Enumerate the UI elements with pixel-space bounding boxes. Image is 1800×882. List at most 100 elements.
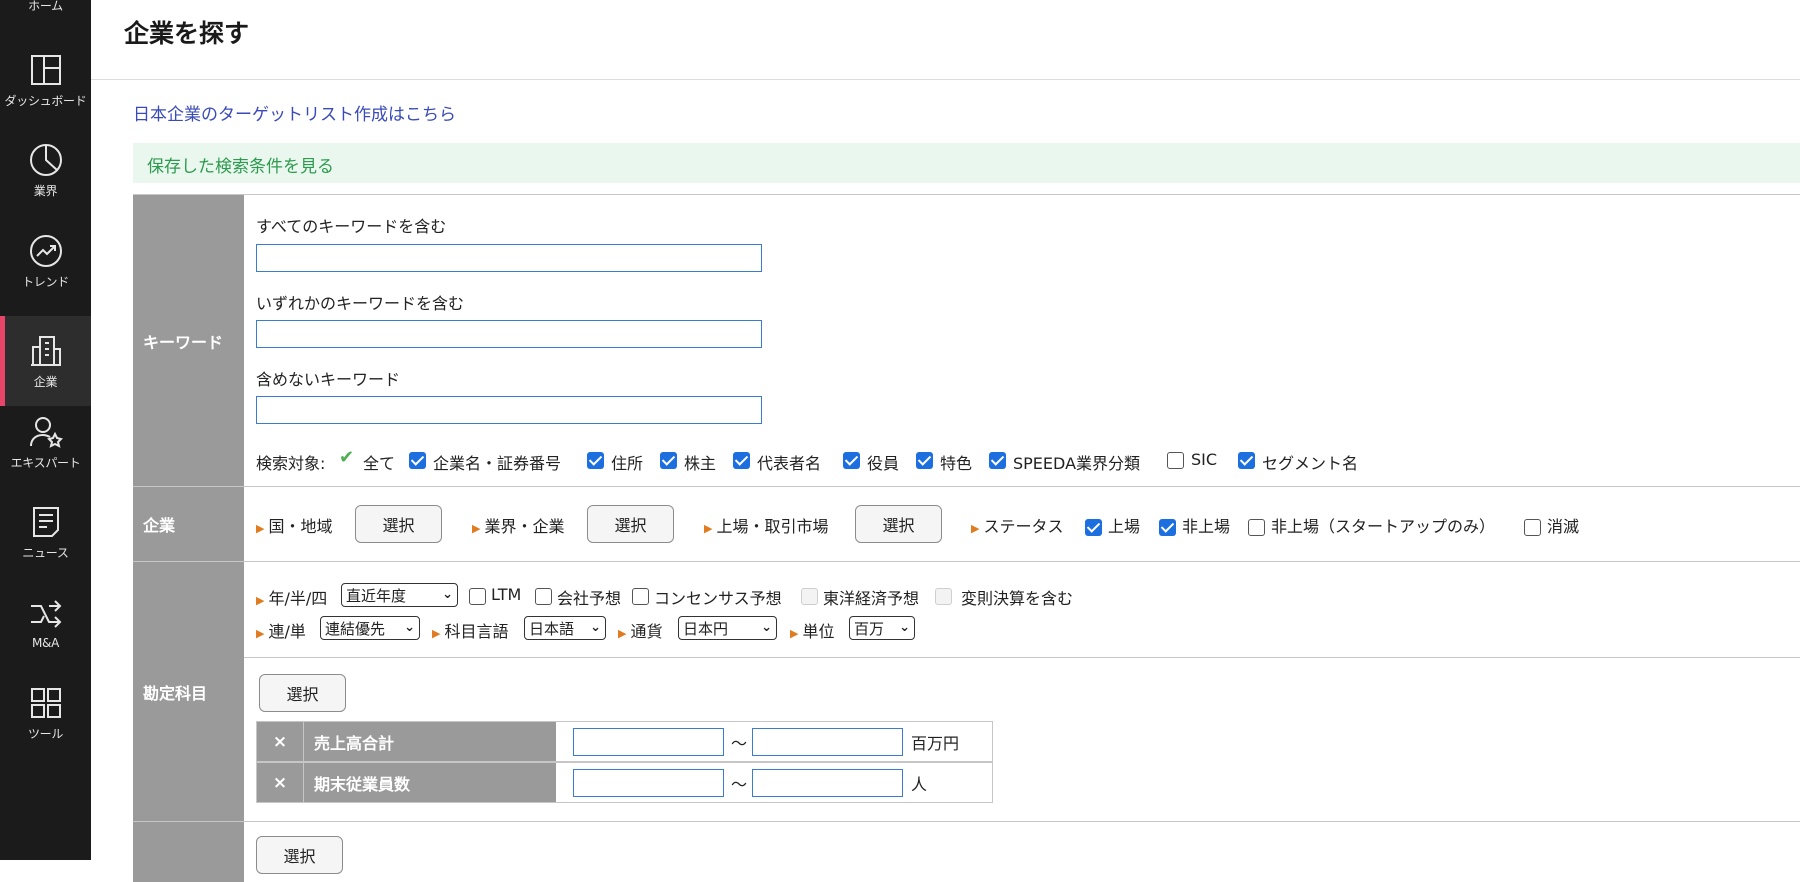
target-sic-checkbox[interactable] bbox=[1167, 452, 1184, 469]
news-icon bbox=[32, 506, 59, 537]
industry-filter-label: ▶ 業界・企業 bbox=[472, 517, 565, 536]
status-listed-label: 上場 bbox=[1108, 517, 1141, 536]
target-shareholder-checkbox[interactable] bbox=[660, 452, 677, 469]
nav-label-dashboard: ダッシュボード bbox=[4, 93, 87, 108]
all-keywords-label: すべてのキーワードを含む bbox=[256, 217, 447, 236]
status-unlisted-checkbox[interactable] bbox=[1159, 519, 1176, 536]
target-address-checkbox[interactable] bbox=[587, 452, 604, 469]
nav-label-news: ニュース bbox=[22, 545, 69, 560]
nav-tools[interactable]: ツール bbox=[0, 668, 91, 758]
nav-company[interactable]: 企業 bbox=[0, 316, 91, 406]
company-forecast-checkbox[interactable] bbox=[535, 588, 552, 605]
currency-select[interactable]: 日本円 ⌄ bbox=[678, 616, 777, 640]
status-listed-checkbox[interactable] bbox=[1085, 519, 1102, 536]
status-filter-label: ▶ ステータス bbox=[971, 517, 1064, 536]
nav-label-company: 企業 bbox=[33, 374, 58, 389]
page-header: 企業を探す bbox=[91, 0, 1800, 80]
company-row: 企業 ▶ 国・地域 選択 ▶ 業界・企業 選択 ▶ 上場・取引市場 選択 ▶ ステータス… bbox=[133, 487, 1800, 562]
saved-conditions-link[interactable]: 保存した検索条件を見る bbox=[147, 152, 334, 177]
target-features-checkbox[interactable] bbox=[916, 452, 933, 469]
range-min-input[interactable] bbox=[573, 728, 724, 756]
chevron-down-icon: ⌄ bbox=[590, 620, 601, 635]
chevron-down-icon: ⌄ bbox=[442, 587, 453, 602]
company-row-label: 企業 bbox=[133, 487, 244, 561]
nav-trend[interactable]: トレンド bbox=[0, 216, 91, 306]
account-select-button[interactable]: 選択 bbox=[259, 674, 346, 712]
expert-icon bbox=[29, 416, 63, 448]
target-address-label: 住所 bbox=[611, 454, 644, 473]
accounts-row-label: 勘定科目 bbox=[133, 562, 244, 821]
country-select-button[interactable]: 選択 bbox=[355, 505, 442, 543]
target-features-label: 特色 bbox=[940, 454, 973, 473]
accounts-row: 勘定科目 ▶ 年/半/四 直近年度 ⌄ LTM 会社予想 コンセンサス予想 東洋経済… bbox=[133, 562, 1800, 822]
next-criteria-row-label bbox=[133, 822, 244, 882]
any-keywords-label: いずれかのキーワードを含む bbox=[256, 294, 465, 313]
country-filter-label: ▶ 国・地域 bbox=[256, 517, 333, 536]
account-name: 売上高合計 bbox=[303, 722, 556, 761]
company-row-body: ▶ 国・地域 選択 ▶ 業界・企業 選択 ▶ 上場・取引市場 選択 ▶ ステータス 上場… bbox=[244, 487, 1800, 561]
toyo-forecast-label: 東洋経済予想 bbox=[823, 589, 920, 608]
target-officers-checkbox[interactable] bbox=[843, 452, 860, 469]
range-max-input[interactable] bbox=[752, 769, 903, 797]
target-sic-label: SIC bbox=[1191, 450, 1218, 469]
keyword-row: キーワード すべてのキーワードを含む いずれかのキーワードを含む 含めないキーワ… bbox=[133, 195, 1800, 487]
nav-dashboard[interactable]: ダッシュボード bbox=[0, 35, 91, 125]
range-unit: 人 bbox=[911, 775, 928, 794]
search-form: キーワード すべてのキーワードを含む いずれかのキーワードを含む 含めないキーワ… bbox=[133, 194, 1800, 882]
all-keywords-input[interactable] bbox=[256, 244, 762, 272]
page-title: 企業を探す bbox=[124, 19, 250, 48]
nav-home[interactable]: ホーム bbox=[0, 0, 91, 30]
target-speeda-industry-checkbox[interactable] bbox=[989, 452, 1006, 469]
nav-label-ma: M&A bbox=[31, 636, 60, 650]
ltm-checkbox[interactable] bbox=[469, 588, 486, 605]
target-segment-checkbox[interactable] bbox=[1238, 452, 1255, 469]
consensus-checkbox[interactable] bbox=[632, 588, 649, 605]
next-select-button[interactable]: 選択 bbox=[256, 836, 343, 874]
consensus-label: コンセンサス予想 bbox=[654, 589, 782, 608]
remove-account-button[interactable]: × bbox=[257, 722, 303, 761]
exclude-keywords-label: 含めないキーワード bbox=[256, 370, 401, 389]
jp-target-list-link[interactable]: 日本企業のターゲットリスト作成はこちら bbox=[133, 100, 456, 125]
unit-select[interactable]: 百万 ⌄ bbox=[849, 616, 915, 640]
merge-icon bbox=[30, 600, 61, 628]
target-all-label: 全て bbox=[363, 454, 396, 473]
account-name: 期末従業員数 bbox=[303, 763, 556, 802]
nav-expert[interactable]: エキスパート bbox=[0, 397, 91, 487]
irregular-settlement-label: 変則決算を含む bbox=[961, 589, 1074, 608]
check-all-icon[interactable]: ✔ bbox=[339, 447, 354, 468]
industry-select-button[interactable]: 選択 bbox=[587, 505, 674, 543]
search-target-label: 検索対象: bbox=[256, 454, 326, 473]
any-keywords-input[interactable] bbox=[256, 320, 762, 348]
status-defunct-checkbox[interactable] bbox=[1524, 519, 1541, 536]
saved-conditions-bar: 保存した検索条件を見る bbox=[133, 143, 1800, 183]
consolidation-select[interactable]: 連結優先 ⌄ bbox=[320, 616, 420, 640]
keyword-row-label: キーワード bbox=[133, 195, 244, 486]
account-item-employees: × 期末従業員数 〜 人 bbox=[256, 762, 993, 803]
remove-account-button[interactable]: × bbox=[257, 763, 303, 802]
range-max-input[interactable] bbox=[752, 728, 903, 756]
chevron-down-icon: ⌄ bbox=[404, 620, 415, 635]
ltm-label: LTM bbox=[491, 585, 522, 604]
nav-news[interactable]: ニュース bbox=[0, 487, 91, 577]
nav-label-tools: ツール bbox=[27, 726, 64, 741]
range-separator: 〜 bbox=[731, 775, 748, 794]
account-language-label: ▶ 科目言語 bbox=[432, 622, 509, 641]
target-segment-label: セグメント名 bbox=[1262, 454, 1359, 473]
listing-filter-label: ▶ 上場・取引市場 bbox=[704, 517, 829, 536]
nav-label-home: ホーム bbox=[28, 0, 63, 13]
consolidation-label: ▶ 連/単 bbox=[256, 622, 306, 641]
target-representative-checkbox[interactable] bbox=[733, 452, 750, 469]
range-min-input[interactable] bbox=[573, 769, 724, 797]
unit-label: ▶ 単位 bbox=[790, 622, 835, 641]
listing-select-button[interactable]: 選択 bbox=[855, 505, 942, 543]
accounts-divider bbox=[244, 657, 1800, 658]
period-label: ▶ 年/半/四 bbox=[256, 589, 328, 608]
account-language-select[interactable]: 日本語 ⌄ bbox=[524, 616, 606, 640]
status-startup-checkbox[interactable] bbox=[1248, 519, 1265, 536]
currency-label: ▶ 通貨 bbox=[618, 622, 663, 641]
nav-ma[interactable]: M&A bbox=[0, 578, 91, 668]
target-company-name-checkbox[interactable] bbox=[409, 452, 426, 469]
period-select[interactable]: 直近年度 ⌄ bbox=[341, 583, 458, 607]
exclude-keywords-input[interactable] bbox=[256, 396, 762, 424]
nav-industry[interactable]: 業界 bbox=[0, 125, 91, 215]
